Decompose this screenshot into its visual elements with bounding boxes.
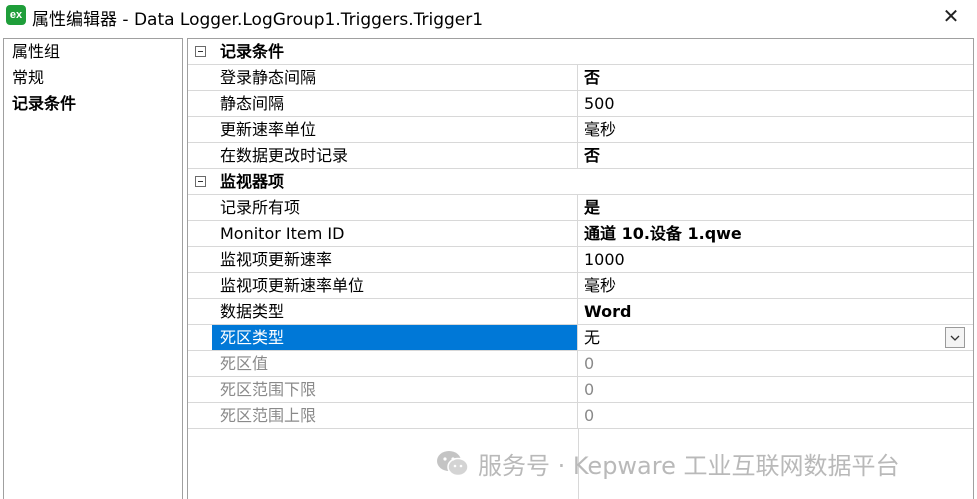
deadband-type-select[interactable]: 无 <box>578 325 973 350</box>
property-row[interactable]: 登录静态间隔 否 <box>188 65 973 91</box>
property-value[interactable]: 是 <box>578 195 973 220</box>
property-name: 监视项更新速率 <box>212 247 578 272</box>
property-name: 在数据更改时记录 <box>212 143 578 168</box>
property-value[interactable]: 毫秒 <box>578 117 973 142</box>
property-value[interactable]: 1000 <box>578 247 973 272</box>
category-monitor-items[interactable]: 监视器项 <box>188 169 973 195</box>
property-name: 登录静态间隔 <box>212 65 578 90</box>
property-group-list: 属性组 常规 记录条件 <box>3 38 183 499</box>
property-value[interactable]: 毫秒 <box>578 273 973 298</box>
property-row[interactable]: Monitor Item ID 通道 10.设备 1.qwe <box>188 221 973 247</box>
property-name: 监视项更新速率单位 <box>212 273 578 298</box>
nav-item-logging-conditions[interactable]: 记录条件 <box>4 91 182 117</box>
property-row-selected[interactable]: 死区类型 无 <box>188 325 973 351</box>
watermark: 服务号 · Kepware 工业互联网数据平台 <box>436 446 900 481</box>
property-name: 记录所有项 <box>212 195 578 220</box>
property-row[interactable]: 静态间隔 500 <box>188 91 973 117</box>
watermark-text: 服务号 · Kepware 工业互联网数据平台 <box>478 452 900 480</box>
minus-icon <box>194 176 206 187</box>
property-name: 死区类型 <box>212 325 578 350</box>
property-row-disabled: 死区值 0 <box>188 351 973 377</box>
dropdown-button[interactable] <box>945 327 965 348</box>
property-value: 0 <box>584 380 595 399</box>
property-row-disabled: 死区范围下限 0 <box>188 377 973 403</box>
property-value[interactable]: Word <box>578 299 973 324</box>
category-logging-conditions[interactable]: 记录条件 <box>188 39 973 65</box>
property-name: 静态间隔 <box>212 91 578 116</box>
category-label: 记录条件 <box>220 42 285 61</box>
property-name: 死区值 <box>212 351 578 376</box>
property-value[interactable]: 否 <box>578 65 973 90</box>
collapse-toggle[interactable] <box>188 169 212 194</box>
nav-item-general[interactable]: 常规 <box>4 65 182 91</box>
property-name: 数据类型 <box>212 299 578 324</box>
select-value: 无 <box>584 328 601 347</box>
property-row[interactable]: 监视项更新速率 1000 <box>188 247 973 273</box>
property-row-disabled: 死区范围上限 0 <box>188 403 973 429</box>
property-name: Monitor Item ID <box>212 221 578 246</box>
property-name: 更新速率单位 <box>212 117 578 142</box>
title-bar: ex 属性编辑器 - Data Logger.LogGroup1.Trigger… <box>0 0 977 32</box>
app-icon: ex <box>6 5 26 25</box>
property-row[interactable]: 监视项更新速率单位 毫秒 <box>188 273 973 299</box>
category-label: 监视器项 <box>220 172 285 191</box>
minus-icon <box>194 46 206 57</box>
collapse-toggle[interactable] <box>188 39 212 64</box>
chevron-down-icon <box>950 335 960 341</box>
property-row[interactable]: 数据类型 Word <box>188 299 973 325</box>
nav-item-header: 属性组 <box>12 42 61 61</box>
property-name: 死区范围上限 <box>212 403 578 428</box>
close-button[interactable]: ✕ <box>939 4 963 28</box>
property-row[interactable]: 在数据更改时记录 否 <box>188 143 973 169</box>
property-value[interactable]: 否 <box>578 143 973 168</box>
property-value[interactable]: 通道 10.设备 1.qwe <box>578 221 973 246</box>
property-grid: 记录条件 登录静态间隔 否 静态间隔 500 更新速率单位 毫秒 在数据更改时记… <box>187 38 974 499</box>
property-value: 0 <box>584 406 595 425</box>
property-row[interactable]: 记录所有项 是 <box>188 195 973 221</box>
property-value[interactable]: 500 <box>578 91 973 116</box>
property-row[interactable]: 更新速率单位 毫秒 <box>188 117 973 143</box>
window-title: 属性编辑器 - Data Logger.LogGroup1.Triggers.T… <box>32 10 484 30</box>
property-value: 0 <box>584 354 595 373</box>
property-name: 死区范围下限 <box>212 377 578 402</box>
wechat-icon <box>437 450 469 476</box>
